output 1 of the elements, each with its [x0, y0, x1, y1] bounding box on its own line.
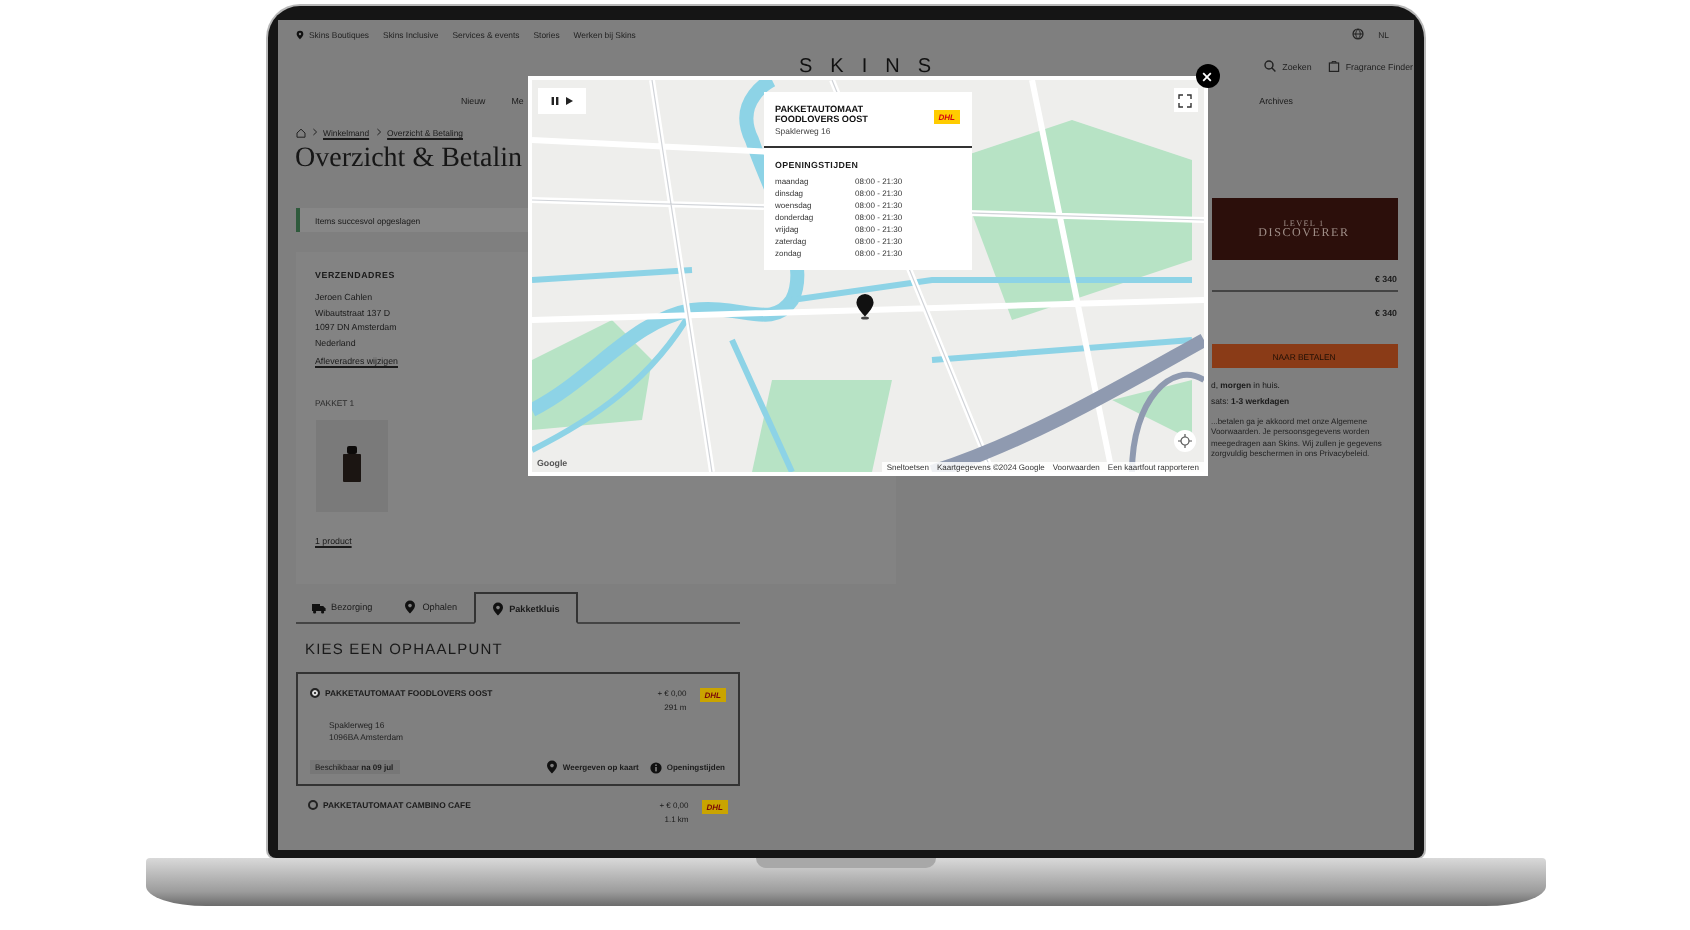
- page-title: Overzicht & Betalin: [295, 144, 523, 178]
